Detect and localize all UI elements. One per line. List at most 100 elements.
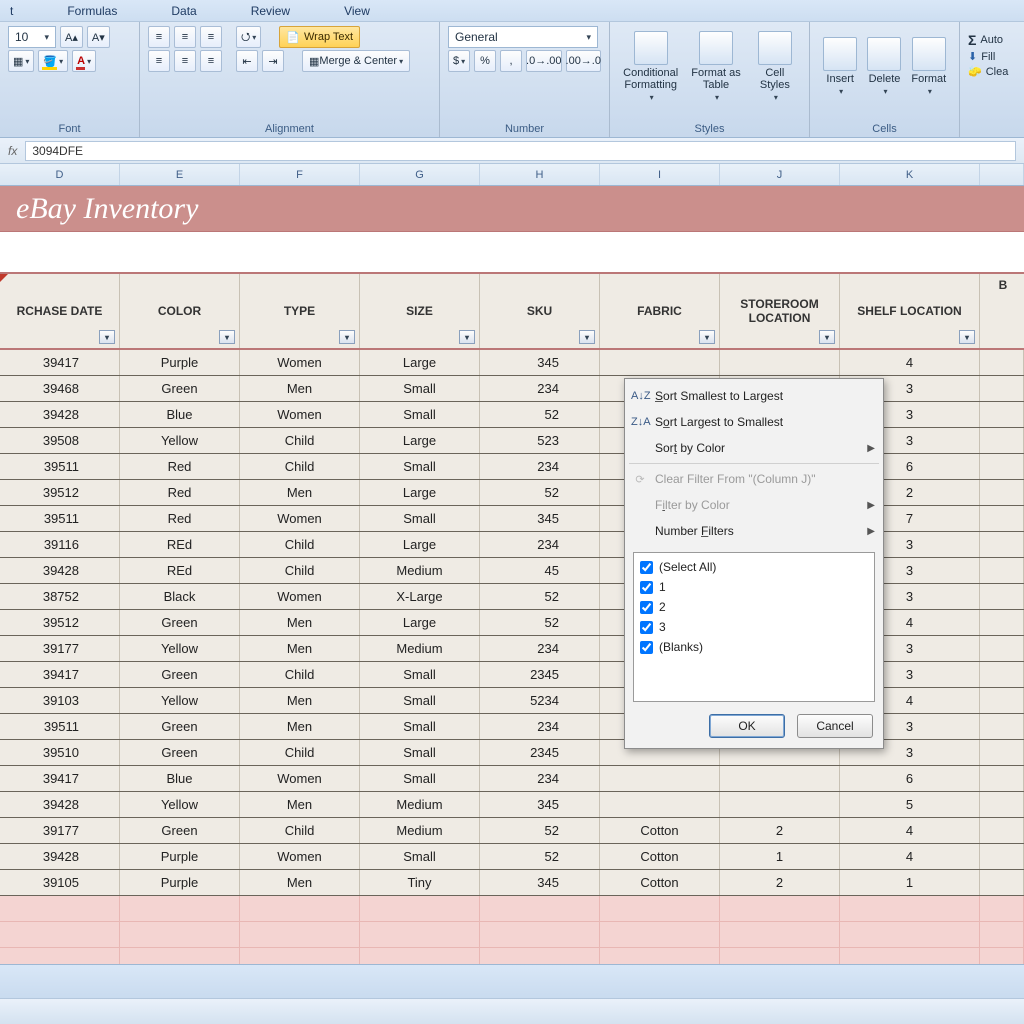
- menu-item[interactable]: Review: [251, 4, 290, 18]
- comma-button[interactable]: ,: [500, 50, 522, 72]
- table-cell[interactable]: 39428: [0, 844, 120, 869]
- formula-input[interactable]: 3094DFE: [25, 141, 1016, 161]
- table-cell[interactable]: Small: [360, 402, 480, 427]
- filter-arrow[interactable]: ▾: [459, 330, 475, 344]
- fill-button[interactable]: ⬇Fill: [968, 50, 1016, 63]
- align-right-button[interactable]: ≡: [200, 50, 222, 72]
- shrink-font-button[interactable]: A▾: [87, 26, 110, 48]
- blank-cell[interactable]: [720, 922, 840, 947]
- table-cell[interactable]: Women: [240, 350, 360, 375]
- orientation-button[interactable]: ⭯▾: [236, 26, 261, 48]
- table-cell[interactable]: [980, 740, 1024, 765]
- col-header[interactable]: E: [120, 164, 240, 185]
- table-cell[interactable]: Medium: [360, 818, 480, 843]
- table-cell[interactable]: Men: [240, 870, 360, 895]
- table-cell[interactable]: Green: [120, 610, 240, 635]
- table-cell[interactable]: [980, 584, 1024, 609]
- table-cell[interactable]: 5234: [480, 688, 600, 713]
- table-cell[interactable]: [600, 350, 720, 375]
- table-cell[interactable]: Large: [360, 350, 480, 375]
- table-cell[interactable]: 39177: [0, 818, 120, 843]
- align-middle-button[interactable]: ≡: [174, 26, 196, 48]
- checkbox[interactable]: [640, 561, 653, 574]
- fill-color-button[interactable]: 🪣▾: [38, 50, 68, 72]
- table-cell[interactable]: Child: [240, 428, 360, 453]
- table-row[interactable]: 39428PurpleWomenSmall52Cotton14: [0, 844, 1024, 870]
- table-cell[interactable]: Small: [360, 376, 480, 401]
- filter-arrow[interactable]: ▾: [959, 330, 975, 344]
- table-cell[interactable]: 234: [480, 636, 600, 661]
- fx-icon[interactable]: fx: [8, 144, 17, 158]
- wrap-text-button[interactable]: 📄Wrap Text: [279, 26, 360, 48]
- blank-row[interactable]: [0, 896, 1024, 922]
- font-color-button[interactable]: A▾: [72, 50, 96, 72]
- clear-button[interactable]: 🧽Clea: [968, 65, 1016, 78]
- checkbox[interactable]: [640, 641, 653, 654]
- table-cell[interactable]: Men: [240, 792, 360, 817]
- sort-descending-item[interactable]: Z↓ASort Largest to Smallest: [625, 409, 883, 435]
- table-cell[interactable]: [980, 688, 1024, 713]
- table-cell[interactable]: 39417: [0, 350, 120, 375]
- table-row[interactable]: 39428YellowMenMedium3455: [0, 792, 1024, 818]
- blank-cell[interactable]: [360, 922, 480, 947]
- col-header[interactable]: I: [600, 164, 720, 185]
- table-cell[interactable]: 345: [480, 506, 600, 531]
- menu-item[interactable]: View: [344, 4, 370, 18]
- table-cell[interactable]: Large: [360, 428, 480, 453]
- table-cell[interactable]: 5: [840, 792, 980, 817]
- table-cell[interactable]: Women: [240, 844, 360, 869]
- table-cell[interactable]: 345: [480, 792, 600, 817]
- table-cell[interactable]: REd: [120, 558, 240, 583]
- table-cell[interactable]: Men: [240, 688, 360, 713]
- table-cell[interactable]: Medium: [360, 558, 480, 583]
- table-cell[interactable]: [980, 844, 1024, 869]
- table-cell[interactable]: Men: [240, 636, 360, 661]
- border-button[interactable]: ▦▾: [8, 50, 34, 72]
- table-cell[interactable]: 52: [480, 844, 600, 869]
- table-cell[interactable]: Small: [360, 740, 480, 765]
- table-cell[interactable]: Men: [240, 610, 360, 635]
- table-cell[interactable]: 39417: [0, 766, 120, 791]
- checkbox[interactable]: [640, 601, 653, 614]
- table-cell[interactable]: 4: [840, 818, 980, 843]
- table-cell[interactable]: 39177: [0, 636, 120, 661]
- table-cell[interactable]: Tiny: [360, 870, 480, 895]
- table-cell[interactable]: Blue: [120, 766, 240, 791]
- table-cell[interactable]: Yellow: [120, 428, 240, 453]
- table-cell[interactable]: 39512: [0, 610, 120, 635]
- table-cell[interactable]: 52: [480, 480, 600, 505]
- filter-arrow[interactable]: ▾: [219, 330, 235, 344]
- table-cell[interactable]: Yellow: [120, 636, 240, 661]
- table-cell[interactable]: Men: [240, 480, 360, 505]
- col-header[interactable]: J: [720, 164, 840, 185]
- table-cell[interactable]: Blue: [120, 402, 240, 427]
- table-row[interactable]: 39105PurpleMenTiny345Cotton21: [0, 870, 1024, 896]
- blank-cell[interactable]: [480, 922, 600, 947]
- col-header[interactable]: F: [240, 164, 360, 185]
- number-filters-item[interactable]: Number Filters▶: [625, 518, 883, 544]
- align-center-button[interactable]: ≡: [174, 50, 196, 72]
- filter-arrow[interactable]: ▾: [99, 330, 115, 344]
- table-cell[interactable]: Cotton: [600, 844, 720, 869]
- table-cell[interactable]: [980, 610, 1024, 635]
- filter-checkbox[interactable]: (Blanks): [640, 637, 868, 657]
- blank-cell[interactable]: [600, 896, 720, 921]
- table-cell[interactable]: Green: [120, 740, 240, 765]
- table-cell[interactable]: [980, 558, 1024, 583]
- table-cell[interactable]: 234: [480, 766, 600, 791]
- table-cell[interactable]: Large: [360, 532, 480, 557]
- filter-checkbox[interactable]: (Select All): [640, 557, 868, 577]
- decrease-indent-button[interactable]: ⇤: [236, 50, 258, 72]
- table-cell[interactable]: Yellow: [120, 792, 240, 817]
- table-cell[interactable]: REd: [120, 532, 240, 557]
- table-cell[interactable]: 39105: [0, 870, 120, 895]
- format-as-table-button[interactable]: Format as Table▾: [683, 26, 748, 106]
- table-cell[interactable]: 52: [480, 584, 600, 609]
- grow-font-button[interactable]: A▴: [60, 26, 83, 48]
- filter-checkbox[interactable]: 3: [640, 617, 868, 637]
- menu-item[interactable]: Data: [171, 4, 196, 18]
- sort-ascending-item[interactable]: A↓ZSort Smallest to Largest: [625, 383, 883, 409]
- table-cell[interactable]: [980, 766, 1024, 791]
- table-cell[interactable]: Men: [240, 376, 360, 401]
- sort-by-color-item[interactable]: Sort by Color▶: [625, 435, 883, 461]
